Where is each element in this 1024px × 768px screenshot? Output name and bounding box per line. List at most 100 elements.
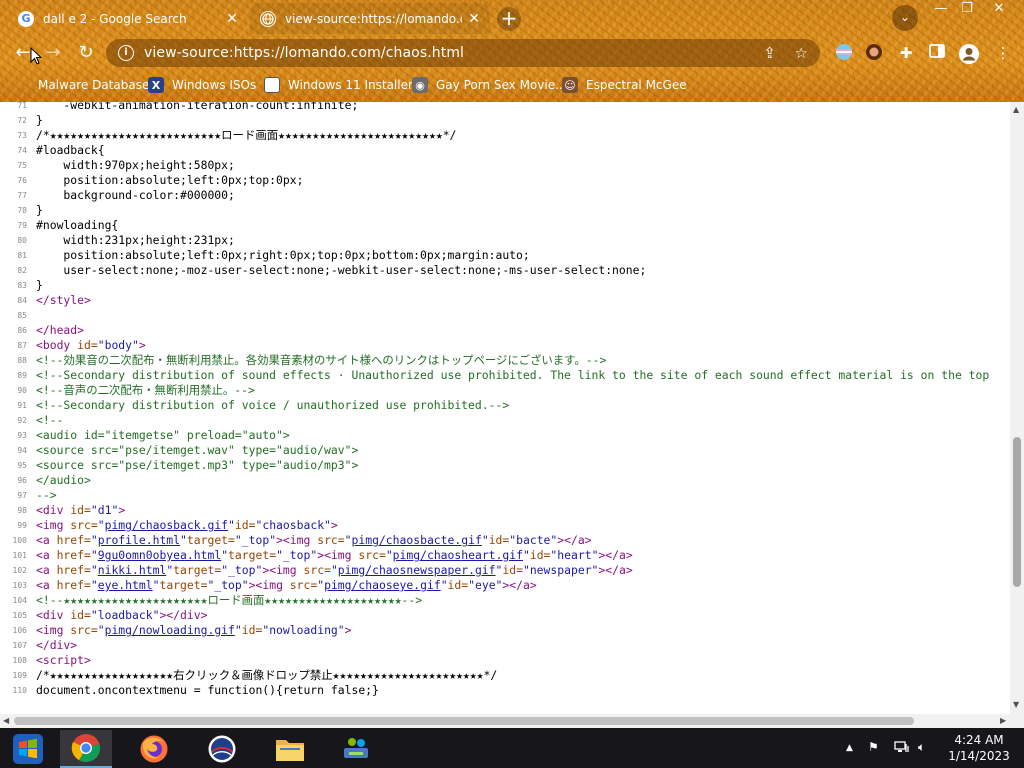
code-token: -webkit-animation-iteration-count:infini… bbox=[36, 102, 359, 112]
code-token: id= bbox=[447, 578, 469, 592]
network-people-icon[interactable] bbox=[330, 730, 382, 768]
source-line: 100 <a href="profile.html"target="_top"><… bbox=[0, 533, 1010, 548]
scroll-up-arrow-icon[interactable]: ▲ bbox=[1013, 105, 1019, 114]
source-line: 99 <img src="pimg/chaosback.gif"id="chaos… bbox=[0, 518, 1010, 533]
line-code: #nowloading{ bbox=[36, 218, 118, 233]
line-number: 95 bbox=[17, 461, 27, 470]
code-token: <source src="pse/itemget.mp3" type="audi… bbox=[36, 458, 359, 472]
code-token: id= bbox=[241, 623, 263, 637]
line-code: background-color:#000000; bbox=[36, 188, 234, 203]
bookmark-espectral-mcgee[interactable]: ☺ Espectral McGee bbox=[562, 75, 687, 95]
taskbar-clock[interactable]: 4:24 AM 1/14/2023 bbox=[944, 732, 1014, 764]
source-link[interactable]: pimg/chaoseye.gif bbox=[324, 578, 441, 592]
scroll-right-arrow-icon[interactable]: ▶ bbox=[1000, 716, 1006, 725]
line-number: 72 bbox=[17, 116, 27, 125]
line-number: 89 bbox=[17, 371, 27, 380]
scrollbar-thumb[interactable] bbox=[14, 717, 914, 725]
folder-icon[interactable] bbox=[264, 730, 316, 768]
code-token: <div bbox=[36, 608, 71, 622]
line-code: <!--音声の二次配布・無断利用禁止。--> bbox=[36, 383, 255, 398]
source-view[interactable]: 71 -webkit-animation-iteration-count:inf… bbox=[0, 102, 1010, 714]
flag-icon[interactable]: ⚑ bbox=[868, 740, 879, 754]
tab-view-source[interactable]: view-source:https://lomando.com ✕ bbox=[250, 3, 490, 34]
bookmark-windows-11-installer[interactable]: Windows 11 Installer bbox=[264, 75, 413, 95]
address-bar[interactable]: i view-source:https://lomando.com/chaos.… bbox=[106, 39, 820, 67]
code-token: " bbox=[90, 563, 98, 577]
side-panel-icon[interactable] bbox=[927, 43, 947, 63]
code-token: "chaosback" bbox=[255, 518, 331, 532]
source-line: 77 background-color:#000000; bbox=[0, 188, 1010, 203]
source-link[interactable]: nikki.html bbox=[98, 563, 167, 577]
windows-logo-icon[interactable] bbox=[2, 730, 54, 768]
code-token: <a bbox=[36, 578, 57, 592]
code-token: <div bbox=[36, 503, 71, 517]
browser-frame: G dall e 2 - Google Search ✕ view-source… bbox=[0, 0, 1024, 102]
restore-button[interactable]: ❐ bbox=[952, 0, 982, 20]
avatar-extension-icon[interactable] bbox=[864, 43, 884, 63]
source-link[interactable]: pimg/chaosheart.gif bbox=[393, 548, 523, 562]
line-code: width:231px;height:231px; bbox=[36, 233, 234, 248]
line-code: <!--Secondary distribution of sound effe… bbox=[36, 368, 989, 383]
source-link[interactable]: eye.html bbox=[98, 578, 153, 592]
avatar-icon: ☺ bbox=[562, 77, 578, 93]
scrollbar-thumb[interactable] bbox=[1013, 437, 1021, 587]
chevron-down-icon[interactable]: ⌄ bbox=[892, 5, 918, 31]
code-token: " bbox=[228, 518, 235, 532]
document-icon bbox=[264, 77, 280, 93]
bookmark-malware-database[interactable]: Malware Database bbox=[14, 75, 149, 95]
source-line: 95 <source src="pse/itemget.mp3" type="au… bbox=[0, 458, 1010, 473]
extensions-puzzle-icon[interactable]: ✚ bbox=[896, 43, 916, 63]
tab-google-search[interactable]: G dall e 2 - Google Search ✕ bbox=[8, 3, 248, 34]
volume-icon[interactable]: 🔈︎ bbox=[918, 740, 925, 755]
line-code: <div id="loadback"></div> bbox=[36, 608, 207, 623]
forward-button[interactable]: → bbox=[40, 40, 66, 66]
address-url[interactable]: view-source:https://lomando.com/chaos.ht… bbox=[144, 45, 464, 61]
new-tab-button[interactable]: + bbox=[497, 7, 521, 31]
code-token: " bbox=[522, 548, 530, 562]
line-code: <!-- bbox=[36, 413, 63, 428]
reload-button[interactable]: ↻ bbox=[73, 40, 99, 66]
close-icon[interactable]: ✕ bbox=[468, 11, 480, 27]
taskbar: ▲ ⚑ 🔈︎ 4:24 AM 1/14/2023 bbox=[0, 728, 1024, 768]
code-token: target= bbox=[159, 578, 208, 592]
tab-title: dall e 2 - Google Search bbox=[43, 11, 187, 26]
code-token: href= bbox=[56, 533, 91, 547]
chrome-icon[interactable] bbox=[60, 730, 112, 768]
source-link[interactable]: profile.html bbox=[98, 533, 180, 547]
source-link[interactable]: pimg/nowloading.gif bbox=[105, 623, 235, 637]
scroll-left-arrow-icon[interactable]: ◀ bbox=[3, 716, 9, 725]
line-number: 86 bbox=[17, 326, 27, 335]
network-icon[interactable] bbox=[894, 740, 910, 757]
source-link[interactable]: pimg/chaosbacte.gif bbox=[352, 533, 482, 547]
code-token: id= bbox=[529, 548, 551, 562]
obama-logo-icon[interactable] bbox=[196, 730, 248, 768]
source-link[interactable]: pimg/chaosnewspaper.gif bbox=[338, 563, 496, 577]
clock-time: 4:24 AM bbox=[954, 733, 1004, 747]
close-icon[interactable]: ✕ bbox=[226, 11, 238, 27]
source-line: 98 <div id="d1"> bbox=[0, 503, 1010, 518]
menu-kebab-icon[interactable]: ⋮ bbox=[993, 43, 1013, 63]
bookmark-gay-porn-sex-movie[interactable]: ◉ Gay Porn Sex Movie... bbox=[412, 75, 567, 95]
code-token: " bbox=[234, 623, 242, 637]
line-number: 90 bbox=[17, 386, 27, 395]
chevron-up-icon[interactable]: ▲ bbox=[846, 743, 853, 753]
code-token: src= bbox=[70, 623, 98, 637]
scroll-down-arrow-icon[interactable]: ▼ bbox=[1013, 700, 1019, 709]
firefox-icon[interactable] bbox=[128, 730, 180, 768]
bookmark-star-icon[interactable]: ☆ bbox=[795, 44, 808, 62]
horizontal-scrollbar[interactable]: ◀ ▶ bbox=[0, 714, 1024, 728]
source-link[interactable]: pimg/chaosback.gif bbox=[105, 518, 228, 532]
profile-avatar-icon[interactable] bbox=[958, 43, 979, 64]
share-icon[interactable]: ⇪ bbox=[763, 44, 776, 62]
window-close-button[interactable]: ✕ bbox=[984, 0, 1014, 20]
bookmark-windows-isos[interactable]: X Windows ISOs bbox=[148, 75, 256, 95]
vertical-scrollbar[interactable]: ▲ ▼ bbox=[1010, 102, 1024, 714]
line-code: <a href="eye.html"target="_top"><img src… bbox=[36, 578, 537, 593]
site-info-icon[interactable]: i bbox=[118, 45, 134, 61]
source-line: 72} bbox=[0, 113, 1010, 128]
source-link[interactable]: 9gu0omn0obyea.html bbox=[98, 548, 221, 562]
flag-extension-icon[interactable] bbox=[834, 43, 854, 63]
line-number: 85 bbox=[17, 311, 27, 320]
code-token: ><img bbox=[262, 563, 304, 577]
source-line: 105 <div id="loadback"></div> bbox=[0, 608, 1010, 623]
